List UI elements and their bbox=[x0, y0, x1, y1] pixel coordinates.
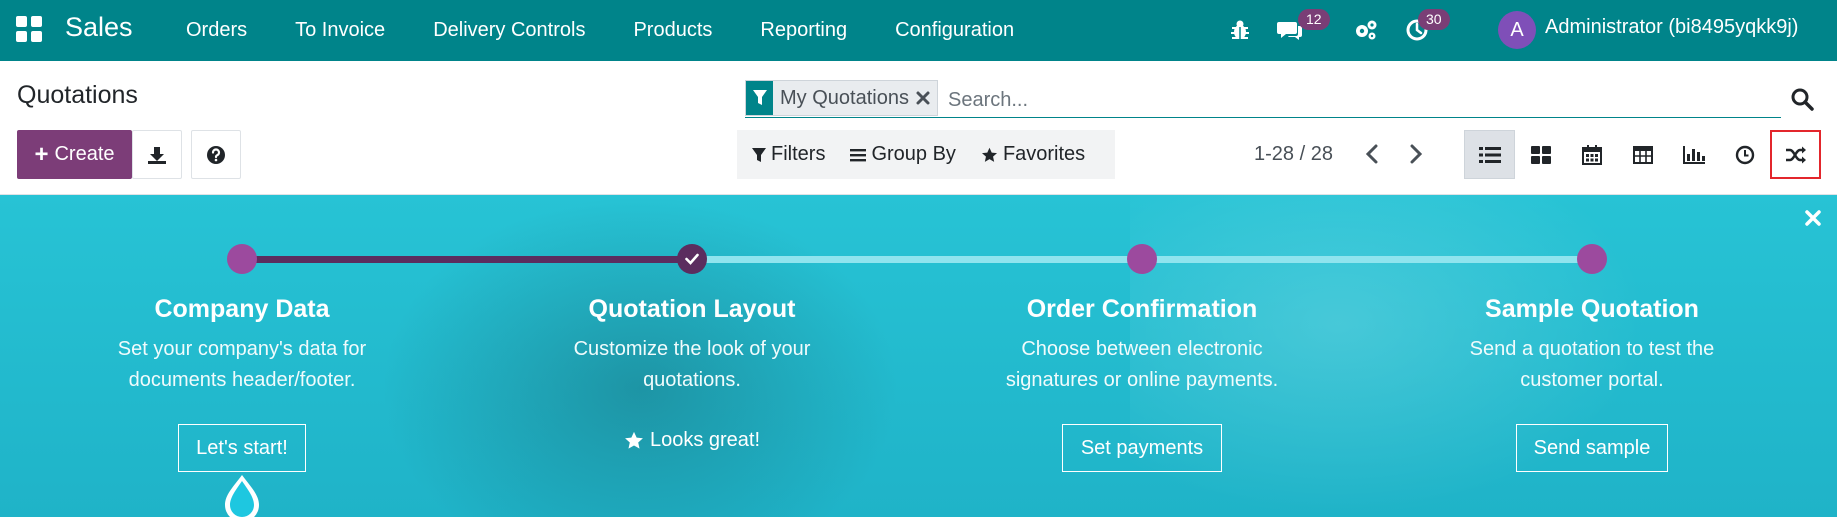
step-title: Sample Quotation bbox=[1485, 295, 1699, 323]
tour-tip-drop bbox=[221, 473, 263, 517]
step-description-line: Send a quotation to test the bbox=[1469, 338, 1715, 360]
step-quotation-layout: Quotation Layout Customize the look of y… bbox=[492, 295, 892, 396]
step-sample-quotation: Sample Quotation Send a quotation to tes… bbox=[1392, 295, 1792, 396]
step-done-label: Looks great! bbox=[492, 429, 892, 452]
user-menu[interactable]: Administrator (bi8495yqkk9j) bbox=[1545, 16, 1798, 39]
menu-configuration[interactable]: Configuration bbox=[871, 19, 1038, 42]
clock-icon bbox=[1735, 145, 1754, 164]
filters-label: Filters bbox=[771, 143, 826, 165]
step-description-line: Set your company's data for bbox=[117, 338, 367, 360]
kanban-icon bbox=[1530, 145, 1551, 164]
main-menu: Orders To Invoice Delivery Controls Prod… bbox=[162, 0, 1038, 61]
looks-great-label: Looks great! bbox=[649, 429, 761, 451]
menu-delivery-controls[interactable]: Delivery Controls bbox=[409, 19, 609, 42]
menu-to-invoice[interactable]: To Invoice bbox=[271, 19, 409, 42]
filter-icon bbox=[752, 147, 766, 162]
onboarding-banner: Company Data Set your company's data for… bbox=[0, 195, 1837, 517]
facet-label: My Quotations bbox=[780, 86, 909, 109]
plus-icon: + bbox=[34, 140, 49, 168]
step-description-line: quotations. bbox=[643, 369, 741, 391]
step-description: Choose between electronic signatures or … bbox=[942, 334, 1342, 396]
favorites-label: Favorites bbox=[1002, 143, 1086, 165]
view-calendar-button[interactable] bbox=[1566, 130, 1617, 179]
avatar[interactable]: A bbox=[1498, 11, 1536, 49]
step-description-line: customer portal. bbox=[1520, 369, 1664, 391]
search-input[interactable] bbox=[948, 84, 1768, 116]
close-icon[interactable] bbox=[1804, 209, 1822, 227]
step-company-data: Company Data Set your company's data for… bbox=[42, 295, 442, 396]
download-icon bbox=[148, 146, 166, 164]
app-name[interactable]: Sales bbox=[65, 12, 133, 43]
chevron-right-icon[interactable] bbox=[1403, 141, 1429, 167]
step-description: Set your company's data for documents he… bbox=[42, 334, 442, 396]
menu-orders[interactable]: Orders bbox=[162, 19, 271, 42]
question-icon bbox=[207, 145, 225, 164]
search-bar: My Quotations bbox=[745, 80, 1781, 118]
step-description-line: Choose between electronic bbox=[1021, 338, 1263, 360]
search-facet[interactable]: My Quotations bbox=[745, 80, 938, 116]
settings-icon[interactable] bbox=[1352, 16, 1380, 44]
bars-icon bbox=[850, 148, 867, 161]
step-dot-sample-quotation bbox=[1577, 244, 1607, 274]
progress-line-done bbox=[242, 256, 692, 263]
lets-start-button[interactable]: Let's start! bbox=[178, 424, 306, 472]
pager-value[interactable]: 1-28 / 28 bbox=[1254, 143, 1333, 166]
step-dot-order-confirmation bbox=[1127, 244, 1157, 274]
table-icon bbox=[1632, 145, 1653, 164]
step-description-line: documents header/footer. bbox=[128, 369, 356, 391]
bug-icon[interactable] bbox=[1226, 16, 1254, 44]
set-payments-button[interactable]: Set payments bbox=[1062, 424, 1222, 472]
step-description-line: Customize the look of your bbox=[573, 338, 811, 360]
send-sample-button[interactable]: Send sample bbox=[1516, 424, 1668, 472]
step-dot-quotation-layout bbox=[677, 244, 707, 274]
favorites-button[interactable]: Favorites bbox=[966, 143, 1095, 166]
step-description-line: signatures or online payments. bbox=[1005, 369, 1279, 391]
step-order-confirmation: Order Confirmation Choose between electr… bbox=[942, 295, 1342, 396]
view-switcher bbox=[1464, 130, 1821, 179]
messages-badge: 12 bbox=[1298, 9, 1330, 30]
search-options: Filters Group By Favorites bbox=[737, 130, 1115, 179]
help-button[interactable] bbox=[191, 130, 241, 179]
page-title: Quotations bbox=[17, 81, 138, 109]
shuffle-icon bbox=[1785, 146, 1806, 163]
control-panel: Quotations + Create My Quotations Search… bbox=[0, 61, 1837, 195]
menu-products[interactable]: Products bbox=[609, 19, 736, 42]
view-pivot-button[interactable] bbox=[1617, 130, 1668, 179]
menu-reporting[interactable]: Reporting bbox=[736, 19, 871, 42]
step-title: Company Data bbox=[154, 295, 330, 323]
view-activity-button[interactable] bbox=[1719, 130, 1770, 179]
list-icon bbox=[1478, 146, 1501, 163]
create-label: Create bbox=[54, 143, 115, 165]
star-icon bbox=[981, 147, 997, 162]
filters-button[interactable]: Filters bbox=[737, 143, 835, 166]
check-icon bbox=[685, 253, 699, 265]
view-graph-button[interactable] bbox=[1668, 130, 1719, 179]
chevron-left-icon[interactable] bbox=[1359, 141, 1385, 167]
bar-chart-icon bbox=[1682, 145, 1705, 164]
view-cohort-button[interactable] bbox=[1770, 130, 1821, 179]
calendar-icon bbox=[1581, 144, 1602, 165]
apps-icon[interactable] bbox=[16, 16, 42, 42]
step-dot-company-data bbox=[227, 244, 257, 274]
step-title: Order Confirmation bbox=[1026, 295, 1258, 323]
view-kanban-button[interactable] bbox=[1515, 130, 1566, 179]
step-description: Customize the look of your quotations. bbox=[492, 334, 892, 396]
step-description: Send a quotation to test the customer po… bbox=[1392, 334, 1792, 396]
top-navbar: Sales Orders To Invoice Delivery Control… bbox=[0, 0, 1837, 61]
groupby-label: Group By bbox=[871, 143, 956, 165]
view-list-button[interactable] bbox=[1464, 130, 1515, 179]
filter-icon bbox=[746, 81, 773, 115]
close-icon[interactable] bbox=[915, 81, 937, 115]
search-icon[interactable] bbox=[1790, 87, 1814, 111]
star-icon bbox=[625, 431, 643, 449]
activities-badge: 30 bbox=[1418, 9, 1450, 30]
step-title: Quotation Layout bbox=[588, 295, 796, 323]
create-button[interactable]: + Create bbox=[17, 130, 132, 179]
download-button[interactable] bbox=[132, 130, 182, 179]
groupby-button[interactable]: Group By bbox=[835, 143, 965, 166]
